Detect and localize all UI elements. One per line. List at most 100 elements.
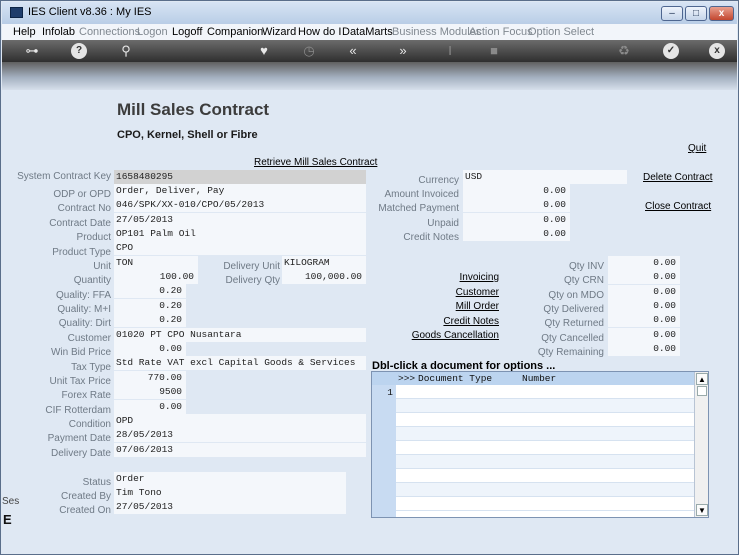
table-row[interactable] [396, 455, 694, 469]
credit-notes-link[interactable]: Credit Notes [443, 316, 499, 327]
maximize-button[interactable]: □ [685, 6, 707, 21]
qty-remaining-field[interactable]: 0.00 [608, 342, 680, 356]
unpaid-field[interactable]: 0.00 [463, 213, 570, 227]
menu-action-focus[interactable]: Action Focus [469, 26, 533, 38]
grid-header-marker: >>> [398, 373, 416, 384]
menu-option-select[interactable]: Option Select [528, 26, 594, 38]
system-contract-key-label: System Contract Key [17, 171, 111, 182]
table-row[interactable] [396, 399, 694, 413]
background-fragment: Ses [2, 496, 20, 507]
credit-notes-field[interactable]: 0.00 [463, 227, 570, 241]
menu-connections[interactable]: Connections [79, 26, 140, 38]
product-field[interactable]: OP101 Palm Oil [114, 227, 366, 241]
payment-date-field[interactable]: 28/05/2013 [114, 428, 366, 442]
menu-companion[interactable]: Companion [207, 26, 263, 38]
customer-link[interactable]: Customer [456, 287, 499, 298]
stop-icon[interactable]: ■ [486, 43, 502, 59]
grid-header-document-type[interactable]: Document Type [418, 373, 492, 384]
table-row[interactable] [396, 413, 694, 427]
back-icon[interactable]: « [345, 43, 361, 59]
delivery-qty-field[interactable]: 100,000.00 [282, 270, 366, 284]
created-by-field[interactable]: Tim Tono [114, 486, 346, 500]
minimize-button[interactable]: – [661, 6, 683, 21]
grid-header-number[interactable]: Number [522, 373, 556, 384]
cif-rotterdam-field[interactable]: 0.00 [114, 400, 186, 414]
close-contract-link[interactable]: Close Contract [645, 201, 711, 212]
condition-field[interactable]: OPD [114, 414, 366, 428]
invoicing-link[interactable]: Invoicing [460, 272, 499, 283]
table-row[interactable] [396, 427, 694, 441]
qty-inv-field[interactable]: 0.00 [608, 256, 680, 270]
menu-datamarts[interactable]: DataMarts [342, 26, 393, 38]
menu-infolab[interactable]: Infolab [42, 26, 75, 38]
check-icon[interactable]: ✓ [663, 43, 679, 59]
scroll-up-icon[interactable]: ▲ [696, 373, 708, 385]
created-on-field[interactable]: 27/05/2013 [114, 500, 346, 514]
system-contract-key-field[interactable]: 1658480295 [114, 170, 366, 184]
qty-returned-field[interactable]: 0.00 [608, 313, 680, 327]
quantity-field[interactable]: 100.00 [114, 270, 198, 284]
odp-or-opd-field[interactable]: Order, Deliver, Pay [114, 184, 366, 198]
qty-inv-label: Qty INV [568, 261, 604, 272]
goods-cancellation-link[interactable]: Goods Cancellation [412, 330, 499, 341]
status-field[interactable]: Order [114, 472, 346, 486]
table-row[interactable] [396, 385, 694, 399]
delivery-unit-field[interactable]: KILOGRAM [282, 256, 366, 270]
product-type-field[interactable]: CPO [114, 241, 366, 255]
text-cursor-icon[interactable]: I [442, 43, 458, 59]
matched-payment-field[interactable]: 0.00 [463, 198, 570, 212]
contract-no-field[interactable]: 046/SPK/XX-010/CPO/05/2013 [114, 198, 366, 212]
product-type-label: Product Type [52, 247, 111, 258]
scroll-down-icon[interactable]: ▼ [696, 504, 708, 516]
table-row[interactable] [396, 497, 694, 511]
win-bid-price-field[interactable]: 0.00 [114, 342, 186, 356]
delete-contract-link[interactable]: Delete Contract [643, 172, 712, 183]
clock-icon[interactable]: ◷ [301, 43, 317, 59]
table-row[interactable] [396, 441, 694, 455]
help-icon[interactable]: ? [71, 43, 87, 59]
unit-field[interactable]: TON [114, 256, 198, 270]
table-row[interactable] [396, 483, 694, 497]
close-icon[interactable]: x [709, 43, 725, 59]
currency-field[interactable]: USD [463, 170, 627, 184]
qty-on-mdo-field[interactable]: 0.00 [608, 285, 680, 299]
quantity-label: Quantity [73, 275, 111, 286]
recycle-icon[interactable]: ♻ [616, 43, 632, 59]
menu-help[interactable]: Help [13, 26, 36, 38]
qty-delivered-field[interactable]: 0.00 [608, 299, 680, 313]
qty-crn-field[interactable]: 0.00 [608, 270, 680, 284]
table-row[interactable] [396, 469, 694, 483]
qty-cancelled-field[interactable]: 0.00 [608, 328, 680, 342]
mill-order-link[interactable]: Mill Order [456, 301, 499, 312]
customer-field[interactable]: 01020 PT CPO Nusantara [114, 328, 366, 342]
close-window-button[interactable]: x [709, 6, 734, 21]
quality-ffa-field[interactable]: 0.20 [114, 284, 186, 298]
delivery-date-field[interactable]: 07/06/2013 [114, 443, 366, 457]
menu-how-do-i[interactable]: How do I [298, 26, 341, 38]
key-icon[interactable]: ⊶ [18, 43, 46, 59]
menu-logon[interactable]: Logon [137, 26, 168, 38]
menu-business-modules[interactable]: Business Modules [392, 26, 481, 38]
contract-date-field[interactable]: 27/05/2013 [114, 213, 366, 227]
tax-type-field[interactable]: Std Rate VAT excl Capital Goods & Servic… [114, 356, 366, 370]
scroll-thumb[interactable] [697, 386, 707, 396]
forward-icon[interactable]: » [395, 43, 411, 59]
search-icon[interactable]: ⚲ [118, 43, 134, 59]
unit-tax-price-field[interactable]: 770.00 [114, 371, 186, 385]
forex-rate-label: Forex Rate [61, 390, 111, 401]
menu-logoff[interactable]: Logoff [172, 26, 202, 38]
retrieve-contract-link[interactable]: Retrieve Mill Sales Contract [254, 157, 377, 168]
forex-rate-field[interactable]: 9500 [114, 385, 186, 399]
amount-invoiced-field[interactable]: 0.00 [463, 184, 570, 198]
created-on-label: Created On [59, 505, 111, 516]
quit-link[interactable]: Quit [688, 143, 706, 154]
quality-mi-field[interactable]: 0.20 [114, 299, 186, 313]
heart-icon[interactable]: ♥ [256, 43, 272, 59]
window-title: IES Client v8.36 : My IES [28, 6, 152, 18]
menu-wizard[interactable]: Wizard [262, 26, 296, 38]
grid-scrollbar[interactable]: ▲ ▼ [694, 372, 708, 517]
quality-dirt-field[interactable]: 0.20 [114, 313, 186, 327]
documents-grid[interactable]: >>> Document Type Number 1 ▲ ▼ [371, 371, 709, 518]
matched-payment-label: Matched Payment [378, 203, 459, 214]
menu-bar: Help Infolab Connections Logon Logoff Co… [2, 24, 737, 40]
